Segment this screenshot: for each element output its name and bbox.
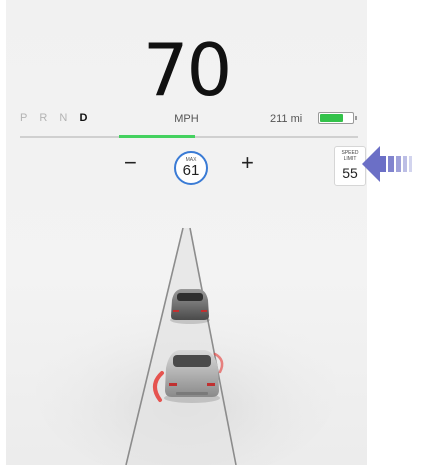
arrow-left-icon (362, 146, 412, 182)
road-visualization (36, 227, 336, 465)
ego-vehicle-icon (164, 350, 220, 403)
lead-vehicle-icon (170, 289, 210, 324)
driver-display: P R N D 70 MPH 211 mi − MAX 61 + SPEED L… (6, 0, 367, 465)
